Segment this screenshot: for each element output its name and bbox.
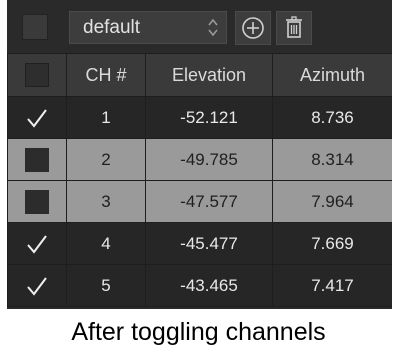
toggle-all-checkbox[interactable] [22, 14, 48, 40]
checkmark-icon [27, 276, 47, 296]
cell-azimuth: 7.417 [272, 264, 392, 307]
cell-elevation: -43.465 [145, 264, 273, 307]
column-header-azimuth[interactable]: Azimuth [272, 53, 392, 97]
chevron-updown-icon [208, 18, 218, 37]
channel-checkbox[interactable] [7, 180, 67, 223]
channel-panel: default CH # Elevation Azimuth 1 -52.121… [7, 0, 392, 309]
table-row[interactable]: 2 -49.785 8.314 [7, 138, 392, 181]
checkmark-icon [27, 108, 47, 128]
cell-azimuth: 7.669 [272, 222, 392, 265]
toolbar: default [7, 0, 392, 53]
column-header-ch[interactable]: CH # [66, 53, 146, 97]
cell-azimuth: 8.736 [272, 96, 392, 139]
table-row[interactable]: 4 -45.477 7.669 [7, 222, 392, 265]
plus-circle-icon [242, 17, 264, 39]
trash-icon [286, 16, 302, 38]
checkmark-icon [27, 234, 47, 254]
table-header-row: CH # Elevation Azimuth [7, 53, 392, 97]
cell-channel: 1 [66, 96, 146, 139]
add-button[interactable] [235, 11, 271, 45]
preset-select-value: default [83, 17, 141, 38]
cell-channel: 5 [66, 264, 146, 307]
checkbox-box [25, 63, 49, 87]
channel-checkbox[interactable] [7, 264, 67, 307]
channel-table: CH # Elevation Azimuth 1 -52.121 8.736 2 -49… [7, 53, 392, 307]
column-header-elevation[interactable]: Elevation [145, 53, 273, 97]
cell-elevation: -45.477 [145, 222, 273, 265]
checkbox-box [25, 147, 49, 172]
table-row[interactable]: 5 -43.465 7.417 [7, 264, 392, 307]
figure-caption: After toggling channels [71, 318, 326, 346]
table-row[interactable]: 1 -52.121 8.736 [7, 96, 392, 139]
channel-checkbox[interactable] [7, 222, 67, 265]
cell-elevation: -49.785 [145, 138, 273, 181]
cell-channel: 4 [66, 222, 146, 265]
cell-azimuth: 7.964 [272, 180, 392, 223]
header-select-all-checkbox[interactable] [7, 53, 67, 97]
delete-button[interactable] [276, 11, 312, 45]
channel-checkbox[interactable] [7, 96, 67, 139]
channel-checkbox[interactable] [7, 138, 67, 181]
preset-select[interactable]: default [69, 11, 227, 44]
cell-azimuth: 8.314 [272, 138, 392, 181]
checkbox-box [25, 189, 49, 214]
cell-channel: 3 [66, 180, 146, 223]
cell-channel: 2 [66, 138, 146, 181]
cell-elevation: -47.577 [145, 180, 273, 223]
cell-elevation: -52.121 [145, 96, 273, 139]
table-row[interactable]: 3 -47.577 7.964 [7, 180, 392, 223]
